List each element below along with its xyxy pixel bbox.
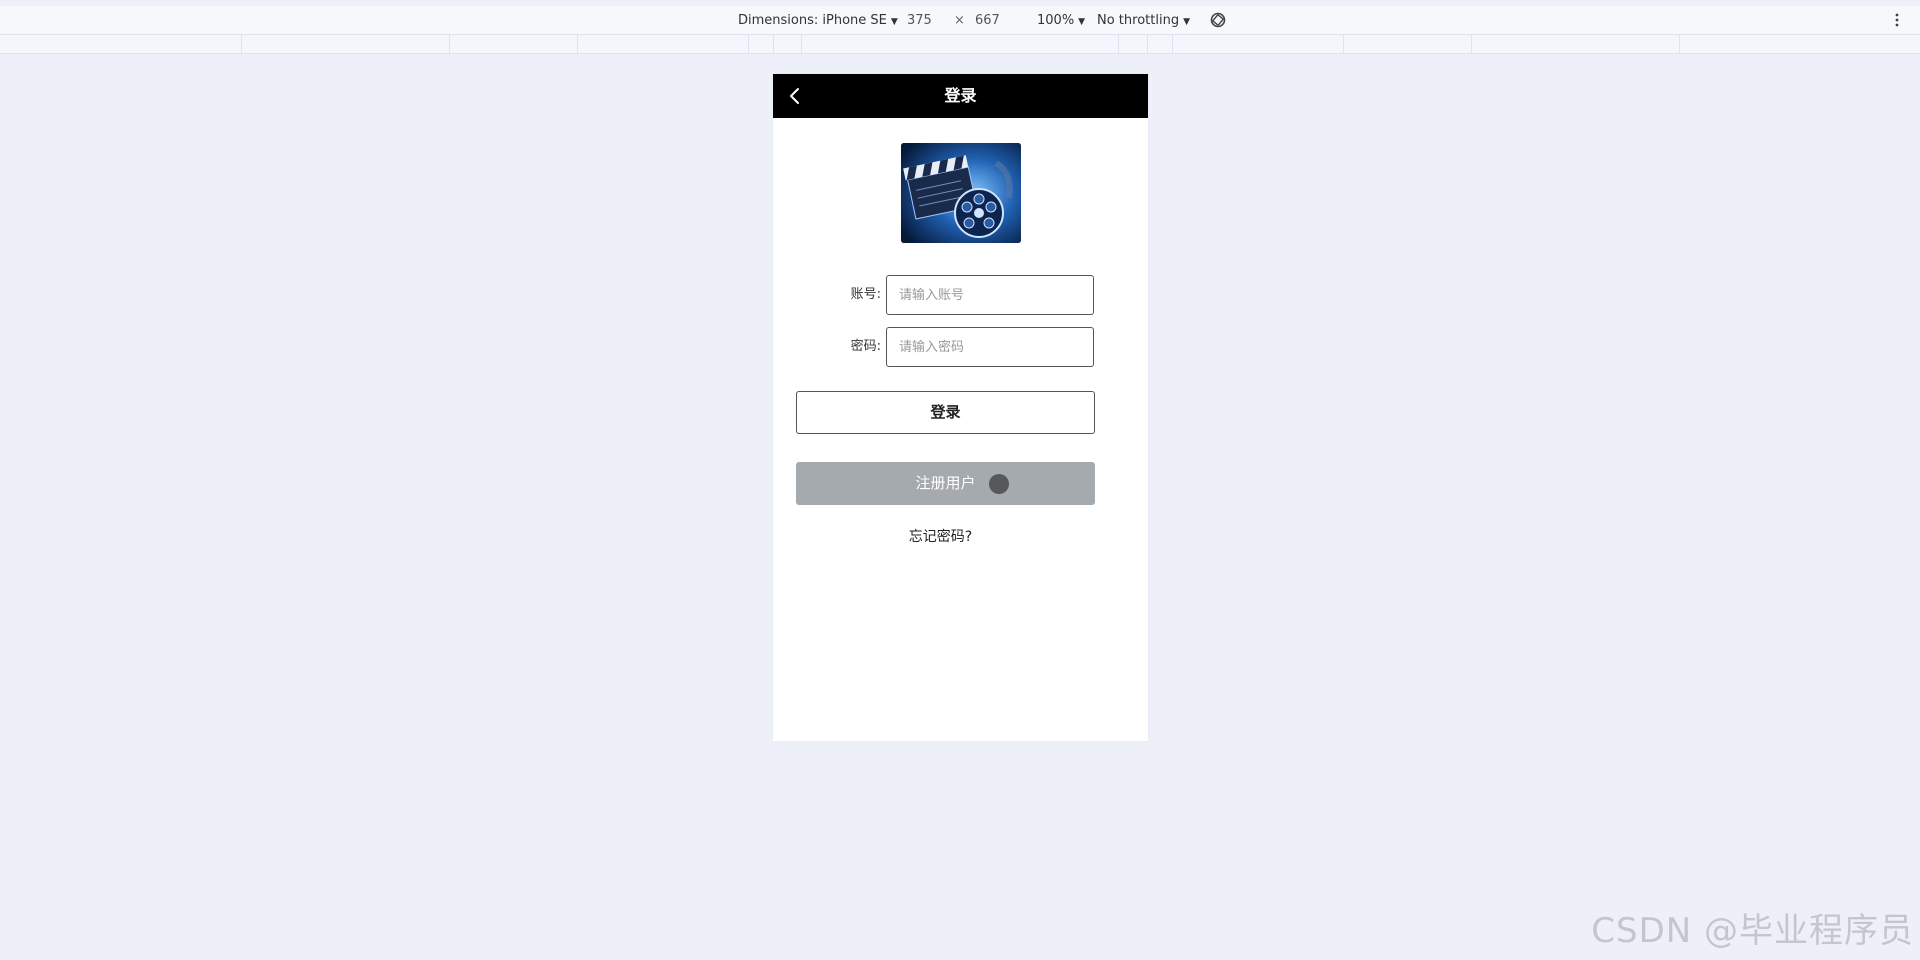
ruler-tick: [577, 35, 578, 53]
ruler-tick: [449, 35, 450, 53]
page-title: 登录: [944, 86, 977, 105]
film-clapperboard-icon: [901, 143, 1021, 243]
watermark: CSDN @毕业程序员: [1591, 911, 1914, 951]
mobile-viewport: 登录 账号: 请输入账号 密码: 登录 注册用户 忘记密码?: [773, 74, 1148, 741]
ruler-tick: [1147, 35, 1148, 53]
times-sign: ×: [954, 13, 965, 28]
dropdown-caret-icon: ▼: [1183, 17, 1190, 27]
password-input[interactable]: [886, 327, 1094, 367]
ruler-tick: [748, 35, 749, 53]
devtools-device-toolbar: Dimensions: iPhone SE ▼ 375 × 667 100% ▼ N…: [0, 6, 1920, 35]
forgot-password-link[interactable]: 忘记密码?: [773, 526, 1108, 546]
ruler-tick: [801, 35, 802, 53]
nav-bar: 登录: [773, 74, 1148, 118]
account-row: 账号:: [773, 275, 1148, 315]
width-input[interactable]: 375: [907, 13, 932, 28]
touch-cursor-indicator: [989, 474, 1009, 494]
account-label: 账号:: [850, 287, 881, 302]
media-query-ruler: [0, 35, 1920, 54]
ruler-tick: [1343, 35, 1344, 53]
dropdown-caret-icon: ▼: [890, 17, 898, 27]
dropdown-caret-icon: ▼: [1078, 17, 1086, 27]
ruler-tick: [1679, 35, 1680, 53]
login-button[interactable]: 登录: [796, 391, 1095, 434]
app-logo: [901, 143, 1021, 243]
account-input[interactable]: [886, 275, 1094, 315]
throttling-select[interactable]: No throttling ▼: [1097, 13, 1190, 28]
height-input[interactable]: 667: [975, 13, 1000, 28]
dimensions-select[interactable]: Dimensions: iPhone SE ▼: [738, 13, 898, 28]
throttling-label: No throttling: [1097, 13, 1180, 28]
password-label: 密码:: [850, 339, 881, 354]
ruler-tick: [1471, 35, 1472, 53]
ruler-tick: [773, 35, 774, 53]
kebab-icon[interactable]: [1894, 12, 1900, 28]
zoom-select[interactable]: 100% ▼: [1037, 13, 1085, 28]
ruler-tick: [1172, 35, 1173, 53]
dimensions-label: Dimensions: iPhone SE: [738, 13, 887, 28]
ruler-tick: [1118, 35, 1119, 53]
rotate-icon[interactable]: [1208, 10, 1228, 30]
ruler-tick: [241, 35, 242, 53]
register-button-label: 注册用户: [915, 474, 976, 492]
password-row: 密码:: [773, 327, 1148, 367]
zoom-label: 100%: [1037, 13, 1075, 28]
register-button[interactable]: 注册用户: [796, 462, 1095, 505]
